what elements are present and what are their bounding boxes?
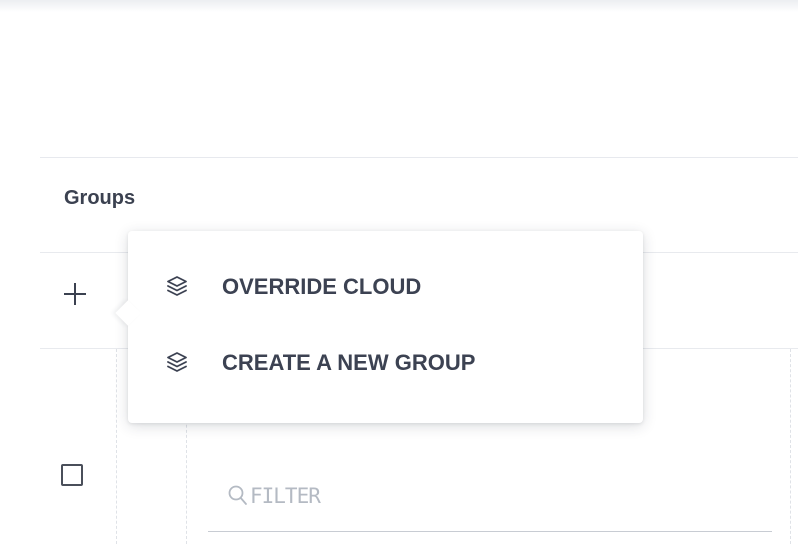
filter-input[interactable] <box>250 480 750 512</box>
layers-icon <box>166 275 188 297</box>
top-bar-shadow <box>0 0 798 12</box>
menu-item-label: OVERRIDE CLOUD <box>222 274 422 299</box>
filter-field <box>206 474 772 534</box>
filter-underline <box>208 531 772 532</box>
menu-item-label: CREATE A NEW GROUP <box>222 350 476 375</box>
search-icon <box>228 484 248 506</box>
menu-item-create-new-group[interactable]: CREATE A NEW GROUP <box>128 327 643 399</box>
column-divider <box>790 349 791 544</box>
select-all-checkbox[interactable] <box>61 464 83 486</box>
groups-title: Groups <box>64 187 136 209</box>
column-divider <box>116 349 117 544</box>
menu-item-override-cloud[interactable]: OVERRIDE CLOUD <box>128 251 643 323</box>
layers-icon <box>166 351 188 373</box>
plus-icon[interactable] <box>62 281 88 307</box>
add-context-menu: OVERRIDE CLOUD CREATE A NEW GROUP <box>115 231 643 423</box>
